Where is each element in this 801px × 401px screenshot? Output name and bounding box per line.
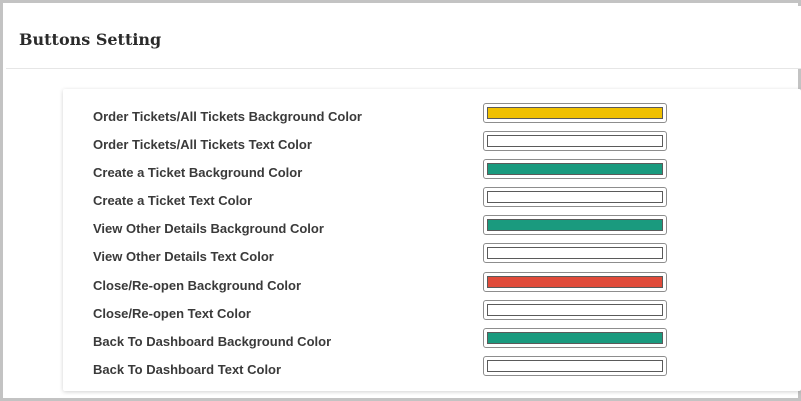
color-swatch	[487, 135, 663, 147]
setting-row-back-dashboard-text: Back To Dashboard Text Color	[63, 356, 801, 384]
color-picker-order-tickets-bg[interactable]	[483, 103, 667, 123]
color-picker-create-ticket-bg[interactable]	[483, 159, 667, 179]
setting-row-close-reopen-bg: Close/Re-open Background Color	[63, 272, 801, 300]
color-swatch	[487, 360, 663, 372]
setting-row-view-details-text: View Other Details Text Color	[63, 243, 801, 271]
setting-label: Back To Dashboard Text Color	[93, 362, 282, 377]
setting-label: Back To Dashboard Background Color	[93, 334, 332, 349]
settings-card: Order Tickets/All Tickets Background Col…	[63, 89, 801, 391]
color-swatch	[487, 247, 663, 259]
color-picker-close-reopen-text[interactable]	[483, 300, 667, 320]
setting-label: Order Tickets/All Tickets Background Col…	[93, 109, 362, 124]
settings-window: Buttons Setting Order Tickets/All Ticket…	[0, 0, 801, 401]
setting-row-view-details-bg: View Other Details Background Color	[63, 215, 801, 243]
color-swatch	[487, 219, 663, 231]
setting-label: View Other Details Text Color	[93, 249, 274, 264]
setting-label: Close/Re-open Background Color	[93, 278, 302, 293]
color-picker-back-dashboard-text[interactable]	[483, 356, 667, 376]
setting-row-create-ticket-bg: Create a Ticket Background Color	[63, 159, 801, 187]
setting-row-create-ticket-text: Create a Ticket Text Color	[63, 187, 801, 215]
color-swatch	[487, 191, 663, 203]
color-swatch	[487, 107, 663, 119]
color-picker-create-ticket-text[interactable]	[483, 187, 667, 207]
panel-header: Buttons Setting	[6, 6, 801, 69]
color-picker-back-dashboard-bg[interactable]	[483, 328, 667, 348]
setting-label: Order Tickets/All Tickets Text Color	[93, 137, 312, 152]
panel-title: Buttons Setting	[19, 30, 162, 49]
setting-label: Close/Re-open Text Color	[93, 306, 251, 321]
color-picker-order-tickets-text[interactable]	[483, 131, 667, 151]
setting-row-order-tickets-text: Order Tickets/All Tickets Text Color	[63, 131, 801, 159]
color-picker-close-reopen-bg[interactable]	[483, 272, 667, 292]
setting-row-close-reopen-text: Close/Re-open Text Color	[63, 300, 801, 328]
setting-label: Create a Ticket Text Color	[93, 193, 253, 208]
setting-row-back-dashboard-bg: Back To Dashboard Background Color	[63, 328, 801, 356]
color-swatch	[487, 276, 663, 288]
setting-row-order-tickets-bg: Order Tickets/All Tickets Background Col…	[63, 103, 801, 131]
color-swatch	[487, 332, 663, 344]
color-picker-view-details-text[interactable]	[483, 243, 667, 263]
color-swatch	[487, 163, 663, 175]
setting-label: View Other Details Background Color	[93, 221, 324, 236]
color-swatch	[487, 304, 663, 316]
setting-label: Create a Ticket Background Color	[93, 165, 303, 180]
color-picker-view-details-bg[interactable]	[483, 215, 667, 235]
